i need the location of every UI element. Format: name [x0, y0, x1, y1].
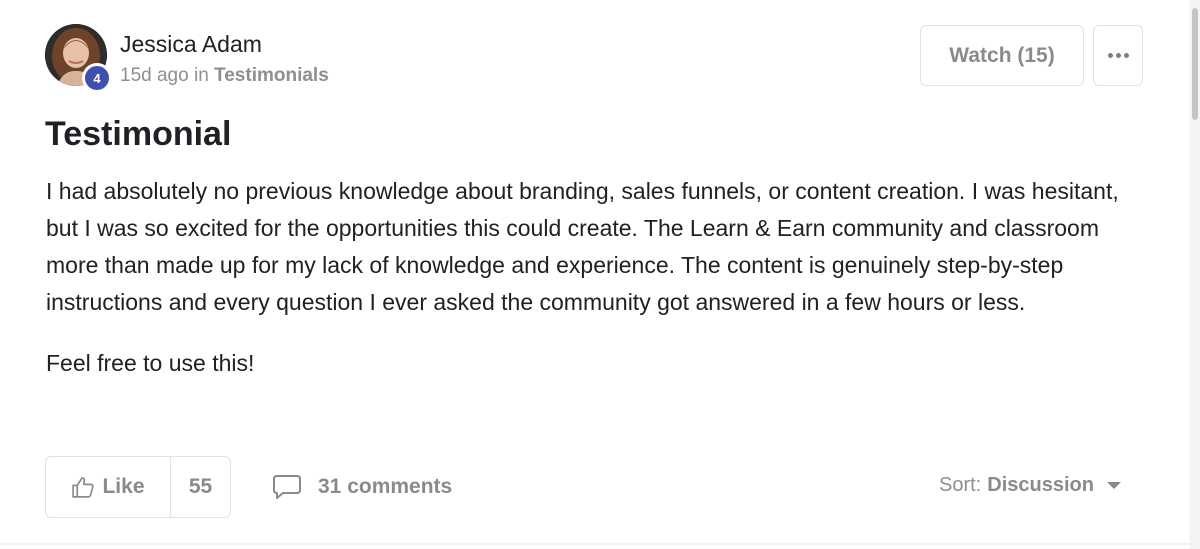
thumbs-up-icon — [72, 476, 95, 498]
more-horizontal-icon — [1107, 53, 1129, 58]
author-avatar[interactable]: 4 — [45, 24, 112, 93]
post-card: 4 Jessica Adam 15d ago in Testimonials W… — [0, 0, 1190, 549]
like-count[interactable]: 55 — [171, 457, 230, 517]
author-name[interactable]: Jessica Adam — [120, 30, 262, 58]
like-control: Like 55 — [45, 456, 231, 518]
level-badge: 4 — [82, 63, 112, 93]
sort-value: Discussion — [987, 474, 1094, 496]
like-label: Like — [102, 475, 145, 498]
scrollbar[interactable] — [1190, 0, 1200, 549]
post-group-link[interactable]: Testimonials — [214, 65, 329, 86]
post-title: Testimonial — [45, 115, 232, 153]
post-body: I had absolutely no previous knowledge a… — [46, 173, 1156, 382]
sort-dropdown[interactable]: Sort: Discussion — [939, 474, 1122, 497]
post-divider — [0, 543, 1190, 545]
like-button[interactable]: Like — [46, 457, 171, 517]
caret-down-icon — [1106, 481, 1121, 489]
comments-count: 31 comments — [318, 475, 453, 498]
post-paragraph: I had absolutely no previous knowledge a… — [46, 178, 1119, 315]
post-paragraph: Feel free to use this! — [46, 350, 255, 376]
scrollbar-thumb[interactable] — [1192, 8, 1198, 120]
more-options-button[interactable] — [1093, 25, 1143, 86]
post-meta: 15d ago in Testimonials — [120, 64, 329, 88]
sort-label: Sort: — [939, 474, 982, 496]
watch-button[interactable]: Watch (15) — [920, 25, 1084, 86]
post-meta-in: in — [193, 65, 209, 86]
post-time: 15d ago — [120, 65, 189, 86]
comments-link[interactable]: 31 comments — [272, 469, 452, 505]
comment-bubble-icon — [273, 475, 301, 499]
